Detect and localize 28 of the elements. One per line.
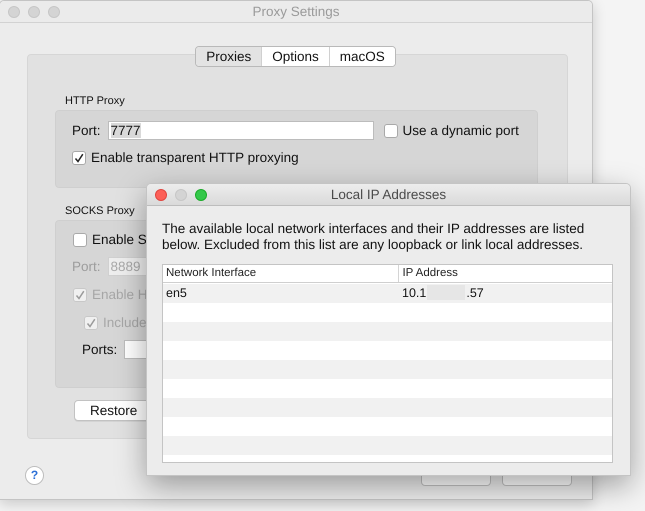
checkbox[interactable]	[384, 124, 398, 138]
table-cell: .57	[466, 286, 484, 300]
table-cell: 10.1	[402, 286, 426, 300]
minimize-button[interactable]	[175, 188, 187, 200]
checkbox[interactable]	[72, 150, 86, 164]
description-text: The available local network interfaces and their IP addresses are listed below. Excluded from this list are any loopback or link local addresses.	[162, 221, 586, 253]
field-label: Port:	[72, 259, 101, 274]
checkbox-label: Enable S	[92, 232, 147, 247]
window-control-button[interactable]	[48, 6, 60, 18]
tab[interactable]: macOS	[328, 47, 395, 66]
field-label: Ports:	[82, 342, 118, 357]
port-field[interactable]: 7777	[108, 121, 374, 140]
table-cell-text: en5	[165, 286, 188, 300]
section-title: HTTP Proxy	[65, 95, 126, 107]
section-title: SOCKS Proxy	[65, 205, 136, 217]
window-title: Local IP Addresses	[330, 187, 448, 202]
checkbox[interactable]	[73, 232, 87, 246]
zoom-button[interactable]	[195, 188, 207, 200]
window-title: Proxy Settings	[251, 4, 341, 19]
checkbox-label: Use a dynamic port	[402, 123, 519, 138]
tab[interactable]: Proxies	[196, 47, 262, 66]
window-control-button[interactable]	[28, 6, 40, 18]
column-header[interactable]: IP Address	[398, 265, 612, 282]
checkbox-label: Enable transparent HTTP proxying	[91, 150, 299, 165]
window-control-button[interactable]	[8, 6, 20, 18]
help-button[interactable]: ?	[25, 466, 44, 484]
field-label: Port:	[72, 123, 101, 138]
close-button[interactable]	[155, 188, 167, 200]
